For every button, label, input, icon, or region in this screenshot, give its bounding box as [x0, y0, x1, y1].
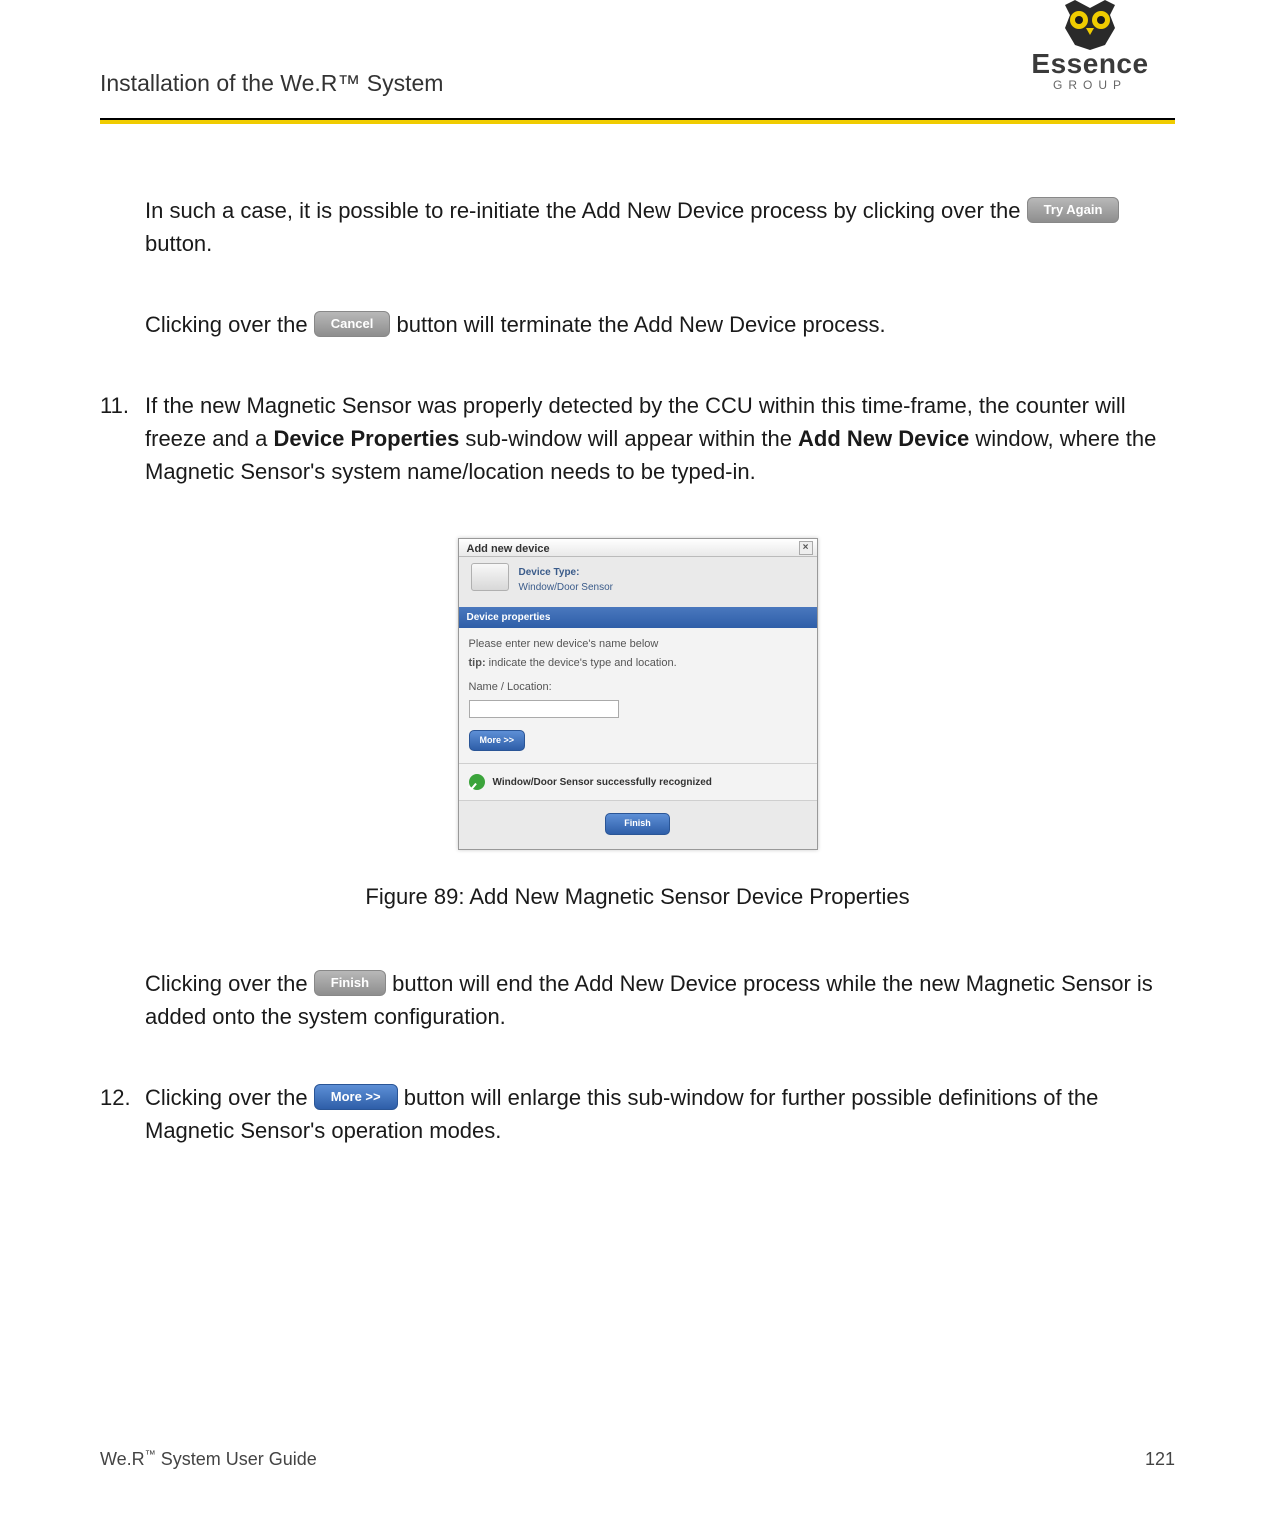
text: button. — [145, 231, 212, 256]
tip-row: tip: indicate the device's type and loca… — [469, 655, 807, 672]
text: sub-window will appear within the — [459, 426, 798, 451]
figure-caption: Figure 89: Add New Magnetic Sensor Devic… — [100, 880, 1175, 913]
item-body: Clicking over the More >> button will en… — [145, 1081, 1175, 1147]
page-header: Installation of the We.R™ System Essence… — [0, 0, 1275, 110]
check-icon — [469, 774, 485, 790]
sensor-icon — [471, 563, 509, 591]
prompt-text: Please enter new device's name below — [469, 636, 807, 653]
owl-icon — [1055, 0, 1125, 50]
page-number: 121 — [1145, 1449, 1175, 1470]
name-location-input[interactable] — [469, 700, 619, 718]
bold-text: Device Properties — [273, 426, 459, 451]
dialog-footer: Finish — [459, 800, 817, 849]
bold-text: Add New Device — [798, 426, 969, 451]
list-item-11: 11. If the new Magnetic Sensor was prope… — [100, 389, 1175, 488]
list-item-12: 12. Clicking over the More >> button wil… — [100, 1081, 1175, 1147]
item-number: 12. — [100, 1081, 145, 1147]
cancel-button[interactable]: Cancel — [314, 311, 391, 337]
add-new-device-dialog: Add new device × Device Type: Window/Doo… — [458, 538, 818, 850]
device-type-label: Device Type: — [519, 565, 807, 580]
success-row: Window/Door Sensor successfully recogniz… — [459, 763, 817, 800]
paragraph-cancel: Clicking over the Cancel button will ter… — [145, 308, 1175, 341]
device-type-value: Window/Door Sensor — [519, 580, 807, 595]
page-footer: We.R™ System User Guide 121 — [100, 1449, 1175, 1470]
dialog-body: Please enter new device's name below tip… — [459, 628, 817, 763]
page-content: In such a case, it is possible to re-ini… — [0, 124, 1275, 1147]
success-text: Window/Door Sensor successfully recogniz… — [493, 775, 712, 790]
footer-left: We.R™ System User Guide — [100, 1449, 317, 1470]
footer-product: We.R — [100, 1449, 145, 1469]
device-properties-bar: Device properties — [459, 607, 817, 628]
text: In such a case, it is possible to re-ini… — [145, 198, 1027, 223]
text: button will terminate the Add New Device… — [397, 312, 886, 337]
more-button[interactable]: More >> — [469, 730, 526, 752]
tip-label: tip: — [469, 657, 486, 669]
paragraph-finish: Clicking over the Finish button will end… — [145, 967, 1175, 1033]
more-row: More >> — [469, 730, 807, 752]
device-type-row: Device Type: Window/Door Sensor — [459, 557, 817, 607]
name-label: Name / Location: — [469, 679, 807, 696]
text: Clicking over the — [145, 1085, 314, 1110]
item-number: 11. — [100, 389, 145, 488]
finish-button[interactable]: Finish — [605, 813, 670, 835]
text: Clicking over the — [145, 312, 314, 337]
logo-subtext: GROUP — [1005, 78, 1175, 92]
try-again-button[interactable]: Try Again — [1027, 197, 1120, 223]
paragraph-try-again: In such a case, it is possible to re-ini… — [145, 194, 1175, 260]
dialog-titlebar: Add new device × — [459, 539, 817, 557]
dialog-title: Add new device — [467, 543, 550, 555]
tip-text: indicate the device's type and location. — [486, 657, 677, 669]
finish-button-inline[interactable]: Finish — [314, 970, 386, 996]
close-icon[interactable]: × — [799, 541, 813, 555]
logo-text: Essence — [1005, 48, 1175, 80]
item-body: If the new Magnetic Sensor was properly … — [145, 389, 1175, 488]
tm-symbol: ™ — [145, 1449, 156, 1461]
brand-logo: Essence GROUP — [1005, 0, 1175, 92]
figure-89: Add new device × Device Type: Window/Doo… — [100, 538, 1175, 850]
more-button-inline[interactable]: More >> — [314, 1084, 398, 1110]
text: Clicking over the — [145, 971, 314, 996]
footer-doc: System User Guide — [156, 1449, 317, 1469]
